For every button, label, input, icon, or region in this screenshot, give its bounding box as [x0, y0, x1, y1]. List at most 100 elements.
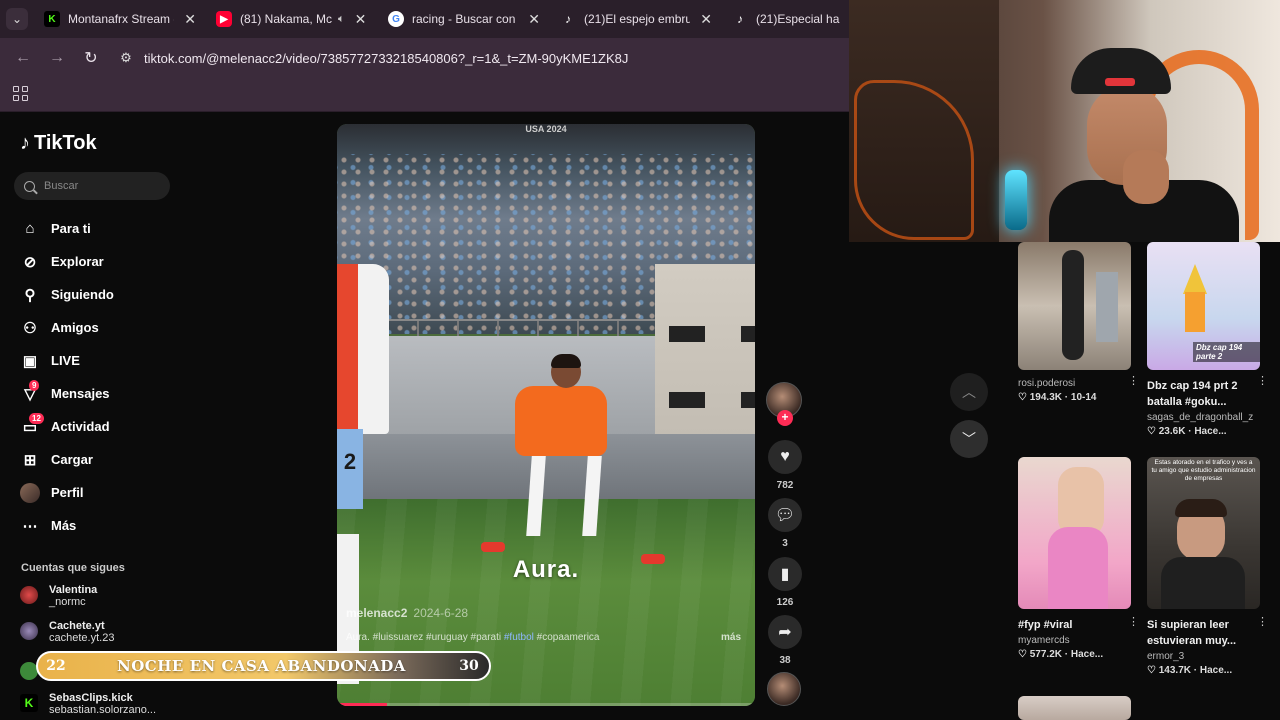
- share-count: 38: [779, 655, 791, 666]
- tab-kick[interactable]: K Montanafrx Stream - ✕: [34, 0, 206, 38]
- following-account[interactable]: K SebasClips.kick sebastian.solorzano...: [20, 692, 156, 716]
- tab-tiktok-espejo[interactable]: ♪ (21)El espejo embruja ✕: [550, 0, 722, 38]
- video-thumbnail[interactable]: [1018, 242, 1131, 370]
- banner-text: NOCHE EN CASA ABANDONADA: [117, 657, 406, 675]
- upload-icon: ⊞: [23, 451, 37, 469]
- more-vertical-icon[interactable]: ⋮: [1128, 374, 1139, 387]
- caption-more-button[interactable]: más: [721, 632, 741, 643]
- close-icon[interactable]: ✕: [184, 11, 196, 28]
- following-account[interactable]: Cachete.yt cachete.yt.23: [20, 620, 114, 644]
- live-icon: ▣: [22, 352, 38, 370]
- sidebar-item-para-ti[interactable]: ⌂ Para ti: [20, 212, 114, 245]
- bookmark-icon: ▮: [768, 557, 802, 591]
- card-author[interactable]: ermor_3: [1147, 651, 1260, 662]
- video-card[interactable]: #fyp #viral myamercds ♡ 577.2K · Hace...…: [1018, 457, 1139, 660]
- back-button[interactable]: ←: [6, 49, 40, 67]
- sidebar-item-label: Mensajes: [51, 386, 110, 401]
- like-button[interactable]: ♥ 782: [767, 440, 803, 491]
- compass-icon: ⊘: [23, 253, 37, 271]
- reload-button[interactable]: ↻: [74, 48, 108, 68]
- bookmarks-bar: [0, 78, 850, 112]
- sidebar-item-amigos[interactable]: ⚇ Amigos: [20, 311, 114, 344]
- close-icon[interactable]: ✕: [528, 11, 540, 28]
- card-title: Dbz cap 194 prt 2 batalla #goku...: [1147, 380, 1238, 408]
- close-icon[interactable]: ✕: [700, 11, 712, 28]
- video-card[interactable]: rosi.poderosi ♡ 194.3K · 10-14 ⋮: [1018, 242, 1139, 403]
- tiktok-icon: ♪: [565, 12, 571, 26]
- card-meta: ♡ 194.3K · 10-14: [1018, 392, 1097, 403]
- youtube-icon: ▶: [216, 11, 232, 27]
- google-icon: G: [388, 11, 404, 27]
- video-caption: Aura. #luissuarez #uruguay #parati #futb…: [346, 632, 746, 643]
- card-author[interactable]: sagas_de_dragonball_z: [1147, 412, 1260, 423]
- video-card[interactable]: Estas atorado en el trafico y ves a tu a…: [1147, 457, 1268, 676]
- account-name: Valentina: [49, 584, 98, 596]
- speaker-icon[interactable]: 🔈︎: [338, 13, 345, 26]
- tab-title: Montanafrx Stream -: [68, 12, 175, 26]
- video-card[interactable]: Dbz cap 194 parte 2 Dbz cap 194 prt 2 ba…: [1147, 242, 1268, 437]
- sidebar-item-live[interactable]: ▣ LIVE: [20, 344, 114, 377]
- more-vertical-icon[interactable]: ⋮: [1128, 615, 1139, 628]
- next-video-button[interactable]: ﹀: [950, 420, 988, 458]
- sidebar-item-label: Explorar: [51, 254, 104, 269]
- video-progress-fill: [337, 703, 388, 706]
- tab-tiktok-halloween[interactable]: ♪ (21)Especial hallov: [722, 0, 850, 38]
- creator-avatar[interactable]: +: [766, 382, 802, 426]
- card-title: #fyp #viral: [1018, 619, 1073, 631]
- tab-youtube[interactable]: ▶ (81) Nakama, Mc 🔈︎ ✕: [206, 0, 378, 38]
- home-icon: ⌂: [25, 220, 35, 237]
- more-vertical-icon[interactable]: ⋮: [1257, 374, 1268, 387]
- sidebar-item-label: Perfil: [51, 485, 84, 500]
- hashtag-link[interactable]: #futbol: [504, 632, 534, 643]
- sidebar-item-cargar[interactable]: ⊞ Cargar: [20, 443, 114, 476]
- video-thumbnail[interactable]: [1018, 696, 1131, 720]
- video-thumbnail[interactable]: [1018, 457, 1131, 609]
- card-author[interactable]: myamercds: [1018, 635, 1131, 646]
- tab-search-button[interactable]: ⌄: [0, 0, 34, 38]
- video-player[interactable]: USA 2024 2 Aura. melenacc2 2024-6-28 Aur…: [337, 124, 755, 706]
- apps-grid-icon[interactable]: [13, 86, 29, 102]
- comment-button[interactable]: 💬︎ 3: [767, 498, 803, 549]
- activity-icon: ▭ 12: [20, 412, 44, 437]
- music-disc-avatar[interactable]: [767, 672, 801, 706]
- notification-badge: 12: [29, 412, 44, 424]
- sidebar-item-label: LIVE: [51, 353, 80, 368]
- video-thumbnail[interactable]: Dbz cap 194 parte 2: [1147, 242, 1260, 370]
- more-icon: ⋯: [22, 517, 38, 535]
- url-field[interactable]: ⚙︎ tiktok.com/@melenacc2/video/738577273…: [114, 43, 850, 73]
- save-button[interactable]: ▮ 126: [767, 557, 803, 608]
- sidebar-item-mas[interactable]: ⋯ Más: [20, 509, 114, 542]
- sidebar-item-explorar[interactable]: ⊘ Explorar: [20, 245, 114, 278]
- forward-button[interactable]: →: [40, 49, 74, 67]
- author-handle[interactable]: melenacc2: [346, 606, 407, 620]
- friends-icon: ⚇: [23, 319, 37, 337]
- more-vertical-icon[interactable]: ⋮: [1257, 615, 1268, 628]
- sidebar-item-perfil[interactable]: Perfil: [20, 476, 114, 509]
- chevron-down-icon: ⌄: [6, 8, 28, 30]
- sidebar-item-mensajes[interactable]: ▽ 9 Mensajes: [20, 377, 114, 410]
- following-account[interactable]: Valentina _normc: [20, 584, 97, 608]
- follow-plus-icon[interactable]: +: [777, 410, 793, 426]
- video-progress-bar[interactable]: [337, 703, 755, 706]
- sidebar-item-label: Cargar: [51, 452, 93, 467]
- kick-icon: K: [20, 694, 38, 712]
- card-meta: ♡ 577.2K · Hace...: [1018, 649, 1104, 660]
- video-card[interactable]: [1018, 696, 1131, 720]
- tiktok-logo[interactable]: ♪ TikTok: [20, 132, 97, 155]
- close-icon[interactable]: ✕: [355, 11, 367, 28]
- tab-bar: ⌄ K Montanafrx Stream - ✕ ▶ (81) Nakama,…: [0, 0, 850, 38]
- video-thumbnail[interactable]: Estas atorado en el trafico y ves a tu a…: [1147, 457, 1260, 609]
- card-title: Si supieran leer estuvieran muy...: [1147, 619, 1237, 647]
- share-button[interactable]: ➦ 38: [767, 615, 803, 666]
- video-overlay-text: Aura.: [512, 556, 580, 583]
- following-icon: ⚲: [24, 286, 36, 304]
- search-input[interactable]: Buscar: [14, 172, 170, 200]
- sidebar-item-actividad[interactable]: ▭ 12 Actividad: [20, 410, 114, 443]
- avatar: [20, 622, 38, 640]
- card-author[interactable]: rosi.poderosi: [1018, 378, 1131, 389]
- sidebar-item-siguiendo[interactable]: ⚲ Siguiendo: [20, 278, 114, 311]
- video-author[interactable]: melenacc2 2024-6-28: [346, 606, 468, 620]
- tab-google[interactable]: G racing - Buscar con G ✕: [378, 0, 550, 38]
- site-settings-icon[interactable]: ⚙︎: [114, 50, 138, 66]
- previous-video-button[interactable]: ︿: [950, 373, 988, 411]
